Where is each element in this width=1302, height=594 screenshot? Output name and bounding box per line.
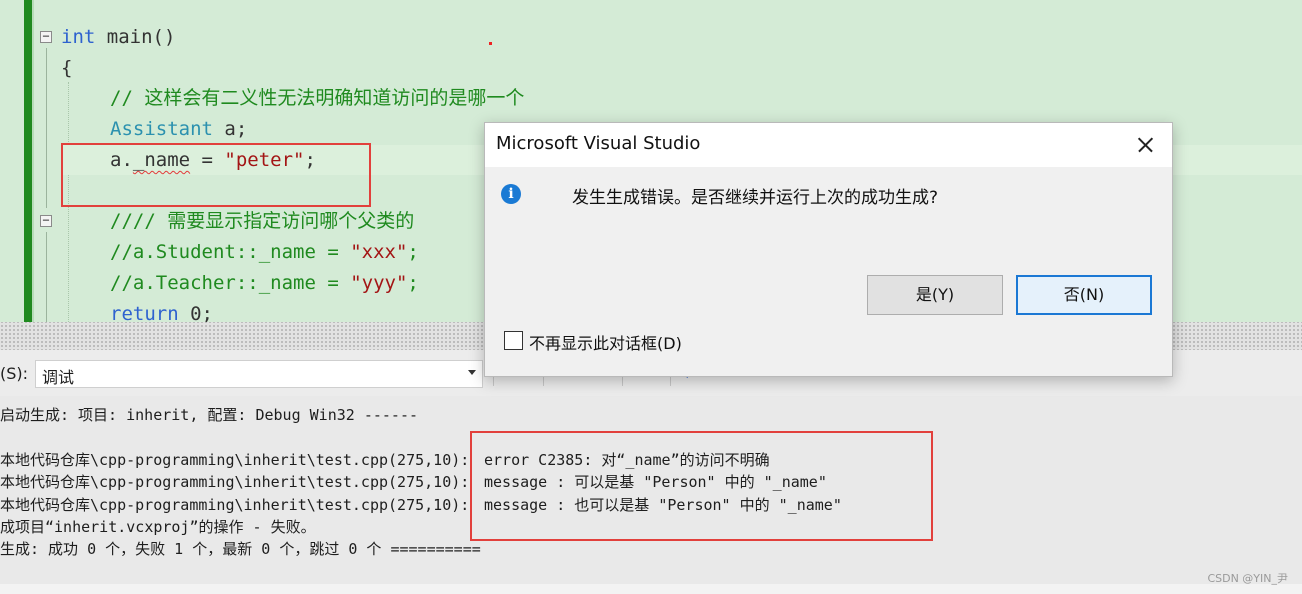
output-source-select[interactable]: 调试 [35, 360, 483, 388]
close-icon[interactable] [1128, 128, 1162, 162]
change-tracking-bar-edge [32, 0, 34, 322]
collapse-icon[interactable]: − [40, 30, 52, 43]
output-line: 本地代码仓库\cpp-programming\inherit\test.cpp(… [0, 473, 470, 491]
dont-show-again-checkbox[interactable] [504, 331, 523, 350]
dialog-title: Microsoft Visual Studio [496, 133, 701, 154]
red-marker [489, 42, 492, 45]
type-name: Assistant [110, 118, 213, 140]
output-source-value: 调试 [42, 368, 75, 387]
keyword: int [61, 26, 96, 48]
outline-guide [46, 232, 47, 322]
no-button[interactable]: 否(N) [1016, 275, 1152, 315]
change-tracking-bar [24, 0, 32, 322]
annotation-box-code [61, 143, 371, 207]
code-line[interactable]: { [61, 53, 72, 83]
dialog-titlebar: Microsoft Visual Studio [485, 123, 1172, 167]
string-literal: "xxx" [350, 241, 408, 263]
code-comment[interactable]: // 这样会有二义性无法明确知道访问的是哪一个 [110, 83, 524, 113]
chevron-down-icon [468, 370, 476, 375]
dialog-message: 发生生成错误。是否继续并运行上次的成功生成? [572, 188, 939, 208]
info-icon: i [501, 184, 521, 204]
output-line: 本地代码仓库\cpp-programming\inherit\test.cpp(… [0, 496, 470, 514]
status-strip [0, 584, 1302, 594]
code-text: ; [407, 241, 419, 263]
code-text: main() [95, 26, 176, 48]
string-literal: "yyy" [350, 272, 408, 294]
code-comment[interactable]: //a.Student::_name = "xxx"; [110, 237, 419, 267]
output-line: 启动生成: 项目: inherit, 配置: Debug Win32 -----… [0, 406, 419, 424]
keyword: return [110, 303, 179, 322]
outline-guide [46, 48, 47, 208]
show-output-from-label: (S): [0, 364, 29, 383]
collapse-icon[interactable]: − [40, 214, 52, 227]
code-text: ; [407, 272, 419, 294]
code-comment[interactable]: //// 需要显示指定访问哪个父类的 [110, 206, 414, 236]
output-line: 本地代码仓库\cpp-programming\inherit\test.cpp(… [0, 451, 470, 469]
code-text: //a.Student::_name = [110, 241, 351, 263]
dont-show-again-label[interactable]: 不再显示此对话框(D) [529, 330, 682, 354]
output-line: 生成: 成功 0 个，失败 1 个，最新 0 个，跳过 0 个 ========… [0, 540, 481, 558]
code-text: //a.Teacher::_name = [110, 272, 351, 294]
code-comment[interactable]: //a.Teacher::_name = "yyy"; [110, 268, 419, 298]
build-error-dialog: Microsoft Visual Studio i 发生生成错误。是否继续并运行… [484, 122, 1173, 377]
yes-button[interactable]: 是(Y) [867, 275, 1003, 315]
code-text: 0; [178, 303, 213, 322]
code-text: a; [212, 118, 248, 140]
code-line[interactable]: return 0; [110, 299, 213, 322]
code-line[interactable]: Assistant a; [110, 114, 247, 144]
code-line[interactable]: int main() [61, 22, 175, 52]
watermark: CSDN @YIN_尹 [1207, 572, 1288, 585]
output-line: 成项目“inherit.vcxproj”的操作 - 失败。 [0, 518, 316, 536]
annotation-box-output [470, 431, 933, 541]
